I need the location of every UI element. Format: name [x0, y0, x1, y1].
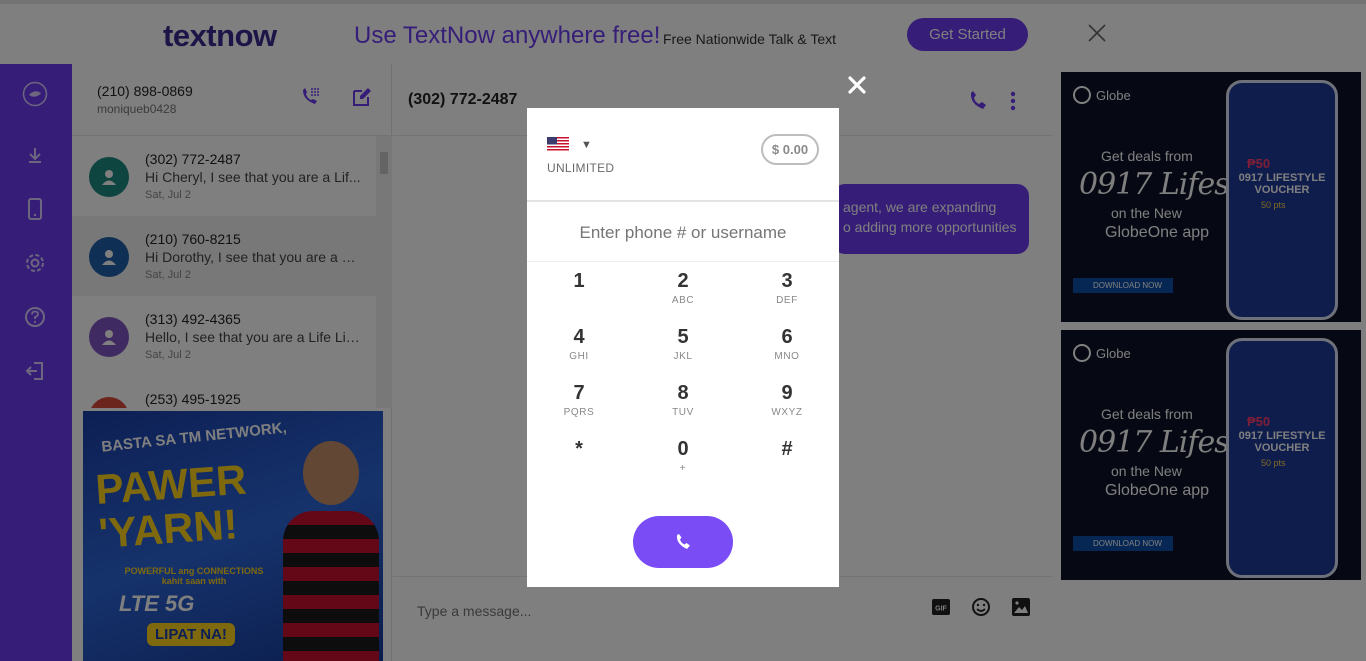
- us-flag-icon[interactable]: [547, 137, 569, 151]
- key-4[interactable]: 4 GHI: [537, 324, 621, 378]
- key-2[interactable]: 2 ABC: [641, 268, 725, 322]
- key-star[interactable]: *: [537, 436, 621, 490]
- key-1[interactable]: 1: [537, 268, 621, 322]
- dialer-modal: ▼ UNLIMITED $ 0.00 1 2ABC 3DEF 4GHI 5JKL…: [527, 108, 839, 587]
- phone-number-input[interactable]: [527, 204, 839, 262]
- close-dialer-icon[interactable]: [846, 74, 868, 96]
- key-5[interactable]: 5 JKL: [641, 324, 725, 378]
- phone-icon: [676, 534, 690, 549]
- key-8[interactable]: 8 TUV: [641, 380, 725, 434]
- call-button[interactable]: [633, 516, 733, 568]
- balance-badge[interactable]: $ 0.00: [761, 134, 819, 165]
- country-dropdown-chevron-icon[interactable]: ▼: [581, 139, 592, 151]
- key-0[interactable]: 0 +: [641, 436, 725, 490]
- key-hash[interactable]: #: [745, 436, 829, 490]
- key-7[interactable]: 7 PQRS: [537, 380, 621, 434]
- plan-label: UNLIMITED: [547, 161, 615, 175]
- dialer-header: ▼ UNLIMITED $ 0.00: [527, 108, 839, 202]
- key-3[interactable]: 3 DEF: [745, 268, 829, 322]
- key-6[interactable]: 6 MNO: [745, 324, 829, 378]
- key-9[interactable]: 9 WXYZ: [745, 380, 829, 434]
